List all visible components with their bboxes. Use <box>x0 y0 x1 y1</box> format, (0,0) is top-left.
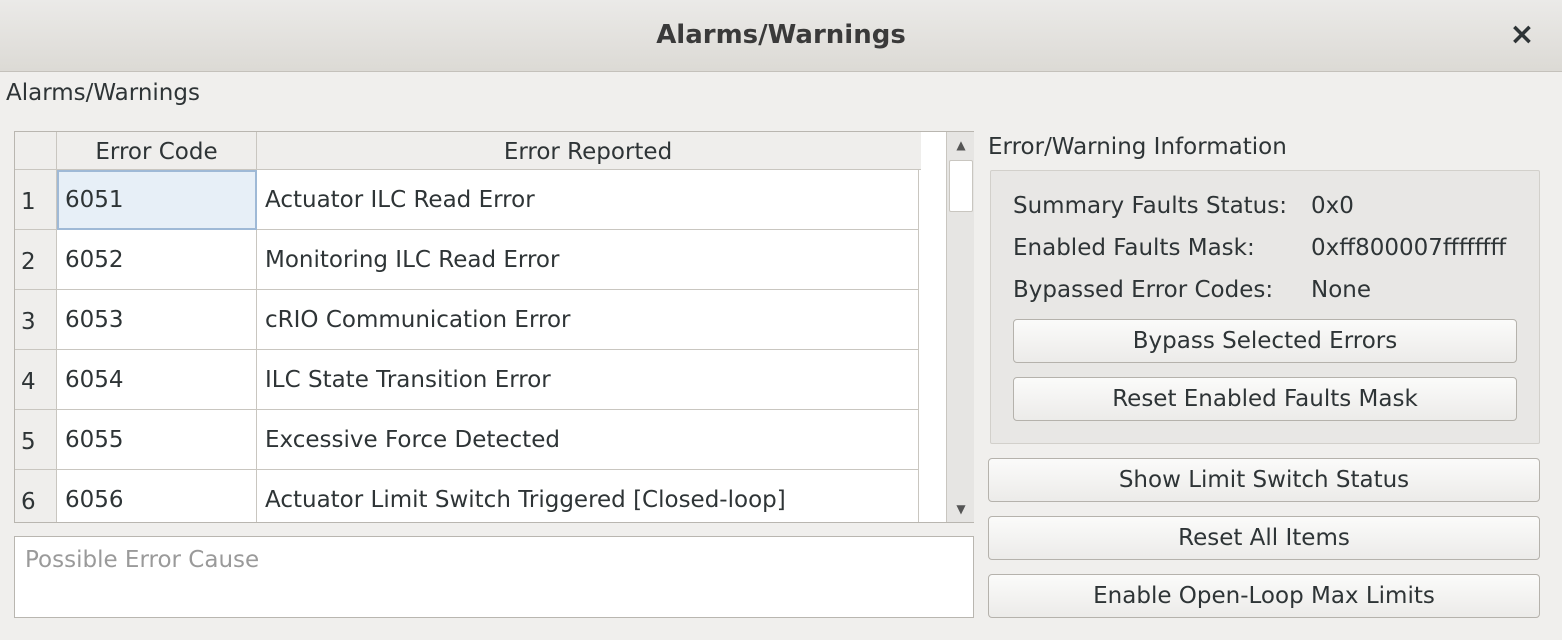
enabled-mask-label: Enabled Faults Mask: <box>1013 235 1255 261</box>
reset-all-items-button[interactable]: Reset All Items <box>988 516 1540 560</box>
header-error-code[interactable]: Error Code <box>57 132 257 170</box>
table-header: Error Code Error Reported <box>15 132 921 170</box>
possible-error-cause-field[interactable]: Possible Error Cause <box>14 536 974 618</box>
table-row[interactable]: 5 6055 Excessive Force Detected <box>15 410 921 470</box>
table-row[interactable]: 3 6053 cRIO Communication Error <box>15 290 921 350</box>
summary-faults-value: 0x0 <box>1311 193 1354 219</box>
close-icon[interactable]: × <box>1508 18 1536 52</box>
group-label: Alarms/Warnings <box>6 80 200 106</box>
error-reported-cell[interactable]: Monitoring ILC Read Error <box>257 230 919 290</box>
error-code-cell[interactable]: 6055 <box>57 410 257 470</box>
error-code-cell[interactable]: 6052 <box>57 230 257 290</box>
titlebar: Alarms/Warnings × <box>0 0 1562 72</box>
scroll-up-icon[interactable]: ▲ <box>947 132 975 158</box>
bypassed-codes-value: None <box>1311 277 1372 303</box>
bypass-selected-errors-button[interactable]: Bypass Selected Errors <box>1013 319 1517 363</box>
enable-open-loop-max-limits-button[interactable]: Enable Open-Loop Max Limits <box>988 574 1540 618</box>
show-limit-switch-status-button[interactable]: Show Limit Switch Status <box>988 458 1540 502</box>
error-reported-cell[interactable]: Actuator Limit Switch Triggered [Closed-… <box>257 470 919 522</box>
row-number[interactable]: 2 <box>15 230 57 290</box>
error-code-cell[interactable]: 6053 <box>57 290 257 350</box>
info-group-title: Error/Warning Information <box>988 134 1287 160</box>
table-row[interactable]: 1 6051 Actuator ILC Read Error <box>15 170 921 230</box>
error-code-cell[interactable]: 6051 <box>57 170 257 230</box>
bypassed-codes-label: Bypassed Error Codes: <box>1013 277 1274 303</box>
error-code-cell[interactable]: 6056 <box>57 470 257 522</box>
table-row[interactable]: 2 6052 Monitoring ILC Read Error <box>15 230 921 290</box>
table-row[interactable]: 6 6056 Actuator Limit Switch Triggered [… <box>15 470 921 522</box>
table-scrollbar[interactable]: ▲ ▼ <box>946 132 974 522</box>
header-error-reported[interactable]: Error Reported <box>257 132 919 170</box>
error-code-cell[interactable]: 6054 <box>57 350 257 410</box>
error-table: Error Code Error Reported 1 6051 Actuato… <box>14 131 974 523</box>
error-reported-cell[interactable]: Actuator ILC Read Error <box>257 170 919 230</box>
row-number[interactable]: 1 <box>15 170 57 230</box>
window-title: Alarms/Warnings <box>656 20 906 50</box>
table-row[interactable]: 4 6054 ILC State Transition Error <box>15 350 921 410</box>
header-corner <box>15 132 57 170</box>
error-reported-cell[interactable]: ILC State Transition Error <box>257 350 919 410</box>
error-reported-cell[interactable]: cRIO Communication Error <box>257 290 919 350</box>
reset-enabled-faults-mask-button[interactable]: Reset Enabled Faults Mask <box>1013 377 1517 421</box>
alarms-warnings-window: Alarms/Warnings × Alarms/Warnings Error … <box>0 0 1562 640</box>
row-number[interactable]: 3 <box>15 290 57 350</box>
error-reported-cell[interactable]: Excessive Force Detected <box>257 410 919 470</box>
scroll-thumb[interactable] <box>949 160 973 212</box>
row-number[interactable]: 4 <box>15 350 57 410</box>
summary-faults-label: Summary Faults Status: <box>1013 193 1287 219</box>
scroll-down-icon[interactable]: ▼ <box>947 496 975 522</box>
table-body: 1 6051 Actuator ILC Read Error 2 6052 Mo… <box>15 170 921 522</box>
enabled-mask-value: 0xff800007ffffffff <box>1311 235 1507 261</box>
row-number[interactable]: 5 <box>15 410 57 470</box>
row-number[interactable]: 6 <box>15 470 57 522</box>
info-group-box: Summary Faults Status: 0x0 Enabled Fault… <box>990 170 1540 444</box>
